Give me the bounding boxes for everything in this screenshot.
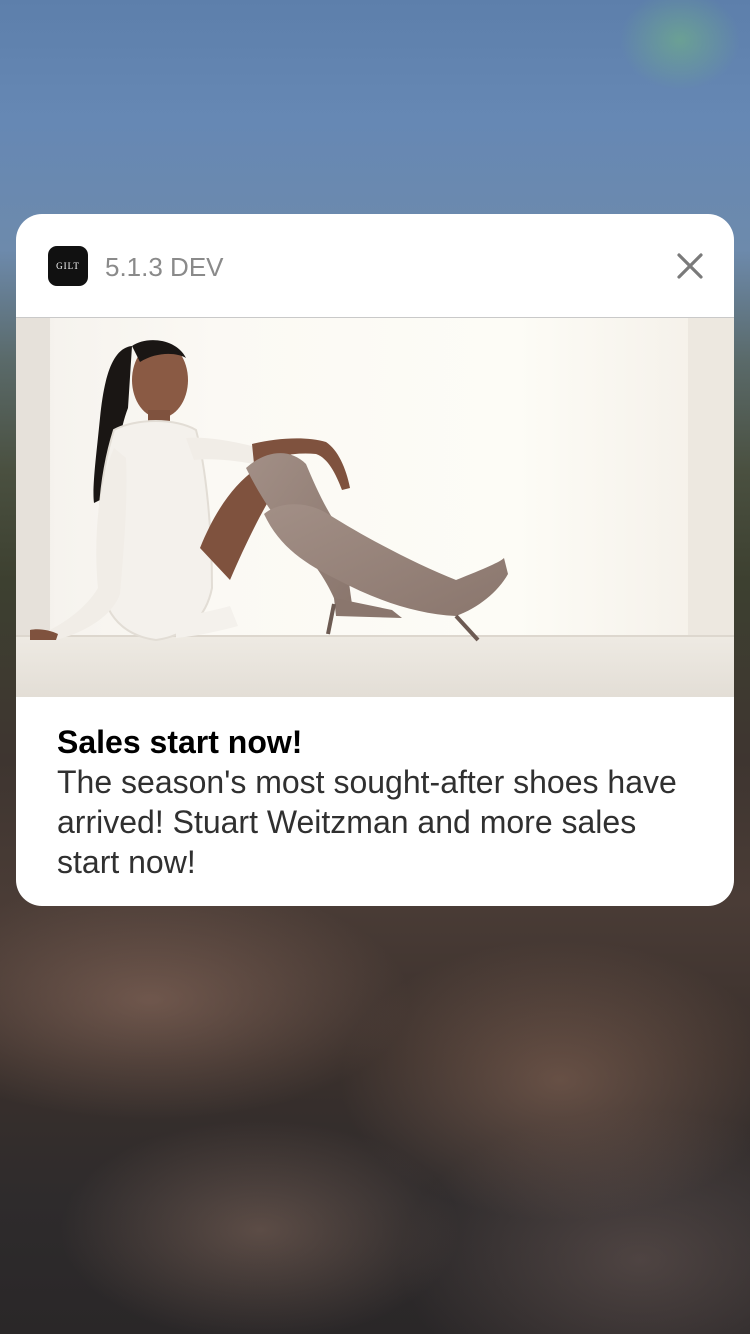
close-icon (677, 253, 703, 279)
notification-content: Sales start now! The season's most sough… (16, 697, 734, 882)
notification-title: Sales start now! (57, 724, 303, 760)
model-photo-illustration (16, 318, 734, 697)
notification-image (16, 318, 734, 697)
app-icon: GILT (48, 246, 88, 286)
notification-card[interactable]: GILT 5.1.3 DEV Sales start now! The seas… (16, 214, 734, 906)
notification-message: The season's most sought-after shoes hav… (57, 764, 677, 880)
app-icon-logo-text: GILT (56, 261, 80, 271)
app-name: 5.1.3 DEV (105, 252, 224, 282)
notification-header: GILT 5.1.3 DEV (16, 214, 734, 318)
close-button[interactable] (672, 248, 708, 284)
